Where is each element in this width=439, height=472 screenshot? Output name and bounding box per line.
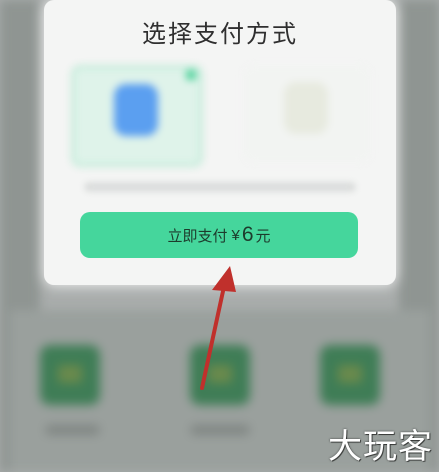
currency-symbol: ¥ [231, 226, 240, 244]
background-caption [190, 425, 250, 435]
dialog-title: 选择支付方式 [142, 20, 298, 48]
background-app-icon [40, 345, 100, 405]
payment-options [44, 58, 396, 178]
agreement-text [84, 182, 356, 192]
watermark-logo: 大玩客 [328, 427, 433, 467]
background-app-icon [320, 345, 380, 405]
alipay-icon [114, 84, 158, 136]
currency-unit: 元 [255, 227, 271, 245]
payment-option-wechat[interactable] [244, 66, 370, 162]
payment-option-alipay[interactable] [72, 66, 202, 166]
pay-now-button[interactable]: 立即支付 ¥ 6 元 [80, 212, 358, 258]
background-app-icon [190, 345, 250, 405]
background-caption [45, 425, 100, 435]
payment-dialog: 选择支付方式 立即支付 ¥ 6 元 [44, 0, 396, 285]
wechat-pay-icon [284, 82, 328, 134]
pay-button-label: 立即支付 [167, 227, 228, 245]
selected-check-icon [186, 70, 196, 80]
pay-amount: 6 [241, 223, 254, 246]
